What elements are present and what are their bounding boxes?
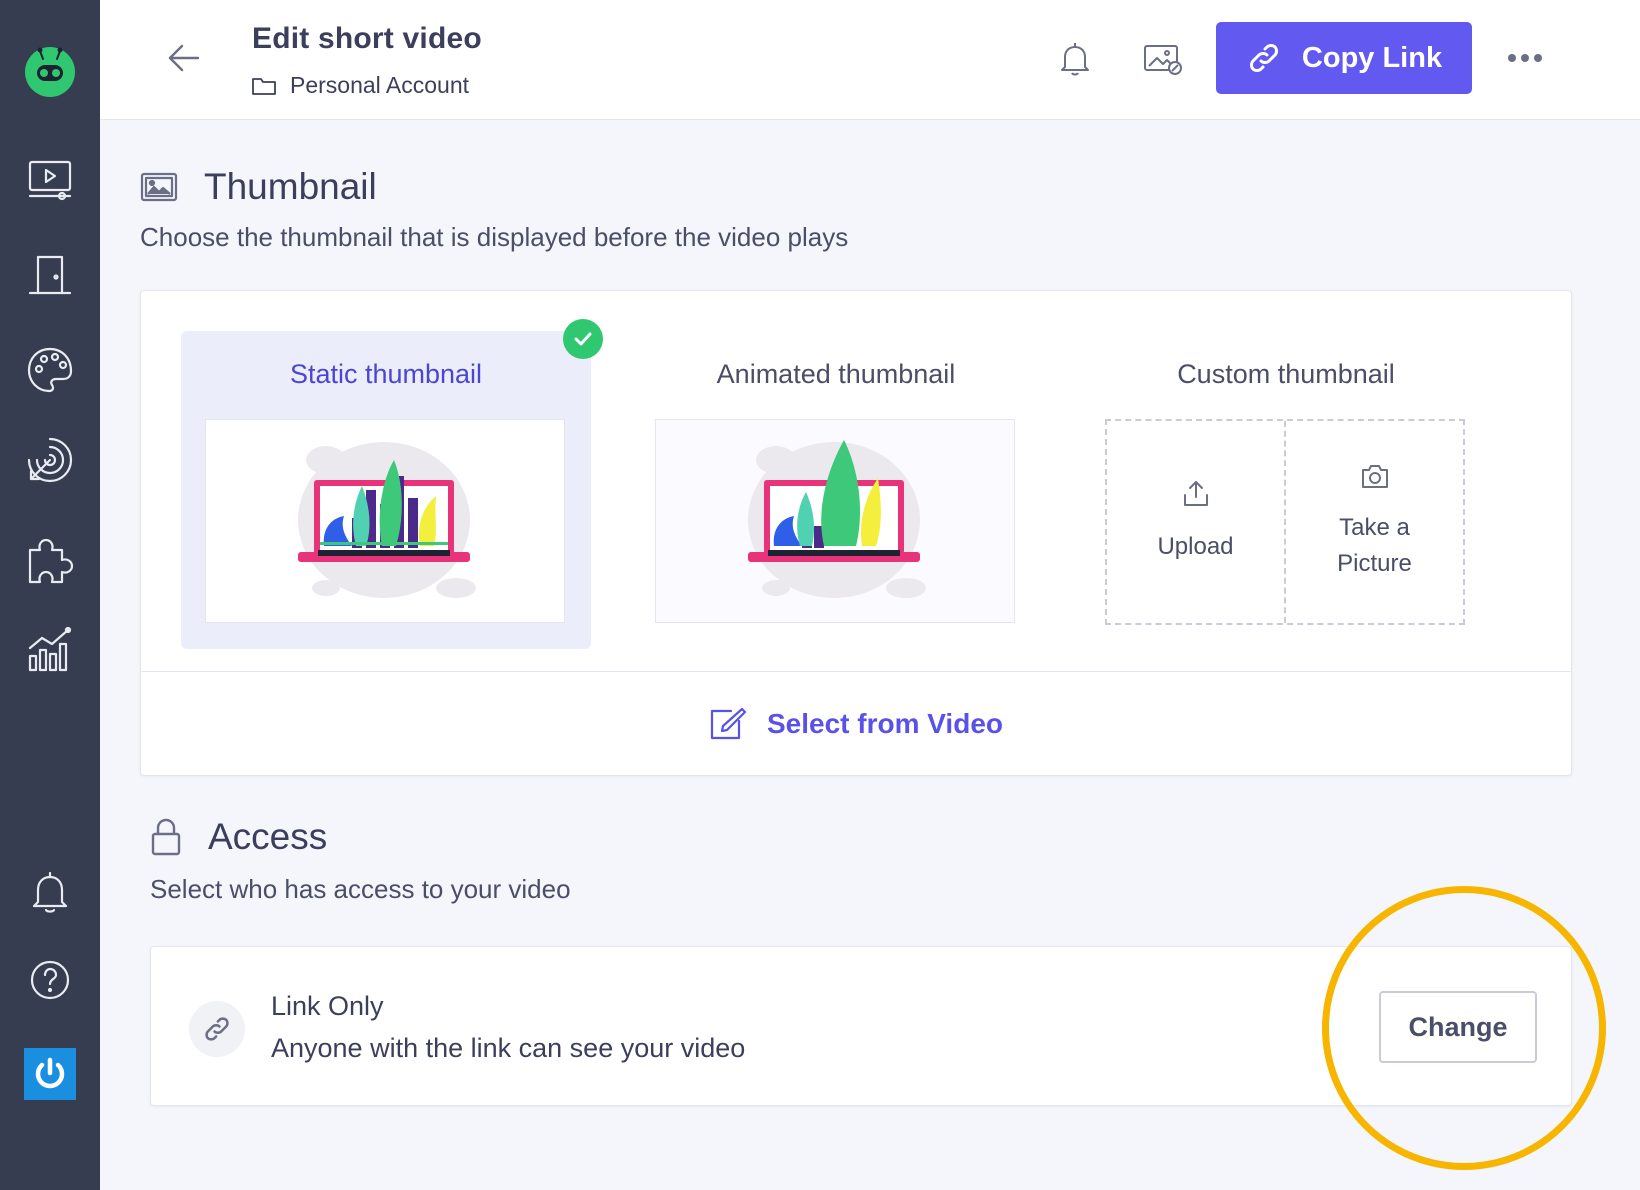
breadcrumb[interactable]: Personal Account (252, 72, 469, 99)
help-icon[interactable] (0, 950, 100, 1010)
laptop-illustration (298, 442, 476, 598)
access-heading: Access (150, 816, 327, 858)
more-icon[interactable] (1500, 40, 1550, 76)
take-picture-button[interactable]: Take a Picture (1284, 421, 1463, 623)
selected-check-icon (563, 319, 603, 359)
puzzle-icon[interactable] (0, 530, 100, 590)
static-thumbnail-preview (205, 419, 565, 623)
change-access-button[interactable]: Change (1379, 991, 1537, 1063)
thumbnail-link-button[interactable] (1140, 36, 1186, 82)
access-description: Select who has access to your video (150, 874, 571, 904)
sidebar (0, 0, 100, 1190)
thumbnail-description: Choose the thumbnail that is displayed b… (140, 222, 849, 252)
custom-thumbnail-label: Custom thumbnail (1177, 359, 1395, 389)
link-icon (189, 1001, 245, 1057)
back-button[interactable] (164, 38, 204, 78)
access-title: Access (208, 816, 328, 857)
upload-button[interactable]: Upload (1107, 421, 1284, 623)
image-link-icon (1144, 45, 1182, 75)
target-icon[interactable] (0, 430, 100, 490)
video-library-icon[interactable] (0, 150, 100, 210)
copy-link-button[interactable]: Copy Link (1216, 22, 1472, 94)
camera-icon (1361, 465, 1388, 488)
access-level-description: Anyone with the link can see your video (271, 1033, 746, 1063)
upload-label: Upload (1157, 533, 1234, 560)
lock-icon (151, 818, 181, 856)
image-icon (140, 172, 178, 202)
folder-icon (252, 77, 276, 95)
take-picture-label: Take a Picture (1337, 514, 1412, 577)
thumbnail-title: Thumbnail (204, 166, 377, 207)
top-header: Edit short video Personal Account Copy L… (100, 0, 1640, 120)
copy-link-label: Copy Link (1301, 41, 1443, 74)
thumbnail-heading: Thumbnail (140, 166, 377, 208)
access-card: Link Only Anyone with the link can see y… (150, 946, 1572, 1106)
select-from-video-label: Select from Video (766, 708, 1003, 739)
animated-thumbnail-preview (655, 419, 1015, 623)
notifications-button[interactable] (1052, 36, 1098, 82)
link-icon (1249, 44, 1278, 72)
bell-icon (1061, 43, 1089, 76)
palette-icon[interactable] (0, 340, 100, 400)
static-thumbnail-option[interactable]: Static thumbnail (181, 319, 603, 649)
bell-icon[interactable] (0, 862, 100, 922)
edit-icon (710, 707, 747, 740)
static-thumbnail-label: Static thumbnail (289, 359, 483, 389)
select-from-video-button[interactable]: Select from Video (141, 671, 1571, 777)
animated-thumbnail-label: Animated thumbnail (716, 359, 956, 389)
logo-icon[interactable] (0, 42, 100, 102)
custom-thumbnail-option: Custom thumbnail Upload Take a Picture (1081, 331, 1491, 649)
page-title: Edit short video (252, 22, 482, 55)
analytics-icon[interactable] (0, 620, 100, 680)
breadcrumb-label: Personal Account (290, 72, 470, 98)
custom-thumbnail-box: Upload Take a Picture (1105, 419, 1465, 625)
access-level-name: Link Only (271, 991, 384, 1021)
upload-icon (1183, 481, 1208, 506)
animated-thumbnail-option[interactable]: Animated thumbnail (631, 331, 1041, 649)
back-arrow-icon (168, 44, 200, 72)
door-icon[interactable] (0, 245, 100, 305)
power-icon[interactable] (0, 1044, 100, 1104)
thumbnail-card: Static thumbnail Animated thumbnail Cust… (140, 290, 1572, 776)
animated-laptop-illustration (748, 440, 926, 598)
